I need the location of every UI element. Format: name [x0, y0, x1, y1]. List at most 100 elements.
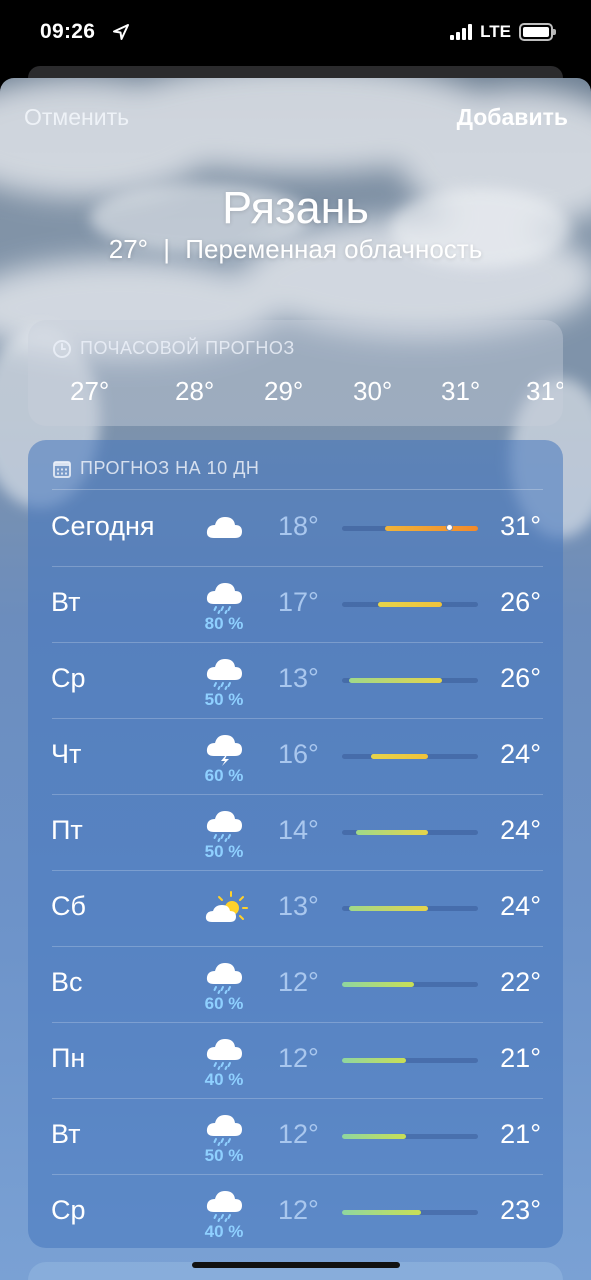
city-name: Рязань: [222, 182, 369, 233]
temp-range-bar: [342, 1210, 421, 1215]
hourly-forecast-card[interactable]: ПОЧАСОВОЙ ПРОГНОЗ 27° 28° 29° 30° 31° 31°: [28, 320, 563, 426]
cloud-rain-icon: [204, 1108, 244, 1146]
current-summary: 27° | Переменная облачность: [0, 234, 591, 265]
temp-range-track: [342, 1210, 478, 1215]
hourly-temp: 30°: [353, 376, 393, 406]
low-temp: 13°: [278, 891, 319, 921]
high-temp: 31°: [500, 511, 541, 541]
status-indicators: LTE: [450, 22, 556, 42]
battery-icon: [519, 23, 556, 41]
high-temp: 21°: [500, 1119, 541, 1149]
cancel-button[interactable]: Отменить: [24, 104, 129, 131]
temp-range-track: [342, 982, 478, 987]
daily-forecast-card: ПРОГНОЗ НА 10 ДН Сегодня 18° 31° Вт 80 % 17° 2…: [28, 440, 563, 1248]
location-arrow-icon: [113, 24, 129, 40]
temp-range-bar: [342, 1134, 407, 1139]
daily-row[interactable]: Вс 60 % 12° 22°: [28, 946, 563, 1022]
add-button[interactable]: Добавить: [457, 104, 568, 131]
high-temp: 22°: [500, 967, 541, 997]
low-temp: 12°: [278, 1119, 319, 1149]
network-type: LTE: [480, 22, 511, 41]
calendar-icon: [53, 460, 71, 478]
summary-separator: |: [163, 234, 171, 264]
status-time: 09:26: [40, 20, 96, 43]
hourly-temp: 31°: [526, 376, 563, 406]
high-temp: 24°: [500, 739, 541, 769]
high-temp: 24°: [500, 815, 541, 845]
day-label: Ср: [51, 663, 86, 693]
signal-icon: [450, 24, 473, 40]
hourly-temp: 29°: [264, 376, 304, 406]
cloud-icon: [204, 510, 244, 546]
cloud-rain-icon: [204, 576, 244, 614]
low-temp: 14°: [278, 815, 319, 845]
temp-range-bar: [370, 754, 428, 759]
daily-row[interactable]: Чт 60 % 16° 24°: [28, 718, 563, 794]
add-city-sheet: Отменить Добавить Рязань 27° | Переменна…: [0, 78, 591, 1280]
low-temp: 12°: [278, 967, 319, 997]
cloud-rain-icon: [204, 956, 244, 994]
day-label: Пт: [51, 815, 83, 845]
temp-range-bar: [356, 830, 428, 835]
current-temp-dot: [445, 524, 453, 531]
precip-chance: 50 %: [204, 1146, 244, 1165]
day-label: Сегодня: [51, 511, 155, 541]
day-label: Чт: [51, 739, 82, 769]
low-temp: 12°: [278, 1195, 319, 1225]
high-temp: 26°: [500, 663, 541, 693]
temp-range-bar: [342, 1058, 407, 1063]
temp-range-track: [342, 602, 478, 607]
high-temp: 24°: [500, 891, 541, 921]
temp-range-bar: [342, 982, 414, 987]
low-temp: 18°: [278, 511, 319, 541]
precip-chance: 50 %: [204, 842, 244, 861]
daily-rows: Сегодня 18° 31° Вт 80 % 17° 26° Ср 50 % 13° 26° Чт 6…: [28, 490, 563, 1248]
low-temp: 16°: [278, 739, 319, 769]
temp-range-track: [342, 678, 478, 683]
temp-range-track: [342, 830, 478, 835]
temp-range-track: [342, 754, 478, 759]
day-label: Пн: [51, 1043, 86, 1073]
hourly-title: ПОЧАСОВОЙ ПРОГНОЗ: [80, 338, 295, 358]
day-label: Сб: [51, 891, 86, 921]
temp-range-track: [342, 1134, 478, 1139]
daily-row[interactable]: Вт 80 % 17° 26°: [28, 566, 563, 642]
temp-range-bar: [377, 602, 443, 607]
precip-chance: 60 %: [204, 994, 244, 1013]
daily-row[interactable]: Сегодня 18° 31°: [28, 490, 563, 566]
hourly-temps: 27° 28° 29° 30° 31° 31°: [28, 376, 563, 416]
temp-range-track: [342, 906, 478, 911]
hourly-temp: 28°: [175, 376, 215, 406]
cloud-rain-icon: [204, 1184, 244, 1222]
high-temp: 26°: [500, 587, 541, 617]
hourly-temp: 31°: [441, 376, 481, 406]
day-label: Вт: [51, 1119, 81, 1149]
daily-row[interactable]: Пн 40 % 12° 21°: [28, 1022, 563, 1098]
temp-range-bar: [384, 526, 478, 531]
precip-chance: 60 %: [204, 766, 244, 785]
home-indicator[interactable]: [192, 1262, 400, 1268]
hourly-temp: 27°: [70, 376, 110, 406]
day-label: Вт: [51, 587, 81, 617]
daily-row[interactable]: Пт 50 % 14° 24°: [28, 794, 563, 870]
temp-range-track: [342, 524, 478, 531]
temp-range-track: [342, 1058, 478, 1063]
day-label: Ср: [51, 1195, 86, 1225]
daily-title: ПРОГНОЗ НА 10 ДН: [80, 458, 260, 478]
precip-chance: 40 %: [204, 1222, 244, 1241]
cloud-rain-icon: [204, 652, 244, 690]
high-temp: 23°: [500, 1195, 541, 1225]
cloud-sun-icon: [204, 890, 248, 926]
daily-row[interactable]: Ср 40 % 12° 23°: [28, 1174, 563, 1248]
cloud-rain-icon: [204, 1032, 244, 1070]
cloud-rain-icon: [204, 804, 244, 842]
daily-row[interactable]: Сб 13° 24°: [28, 870, 563, 946]
hourly-header: ПОЧАСОВОЙ ПРОГНОЗ: [52, 338, 295, 359]
daily-row[interactable]: Ср 50 % 13° 26°: [28, 642, 563, 718]
cloud-bolt-icon: [204, 728, 244, 766]
daily-header: ПРОГНОЗ НА 10 ДН: [52, 458, 259, 479]
day-label: Вс: [51, 967, 83, 997]
daily-row[interactable]: Вт 50 % 12° 21°: [28, 1098, 563, 1174]
high-temp: 21°: [500, 1043, 541, 1073]
status-bar: 09:26 LTE: [0, 0, 591, 66]
